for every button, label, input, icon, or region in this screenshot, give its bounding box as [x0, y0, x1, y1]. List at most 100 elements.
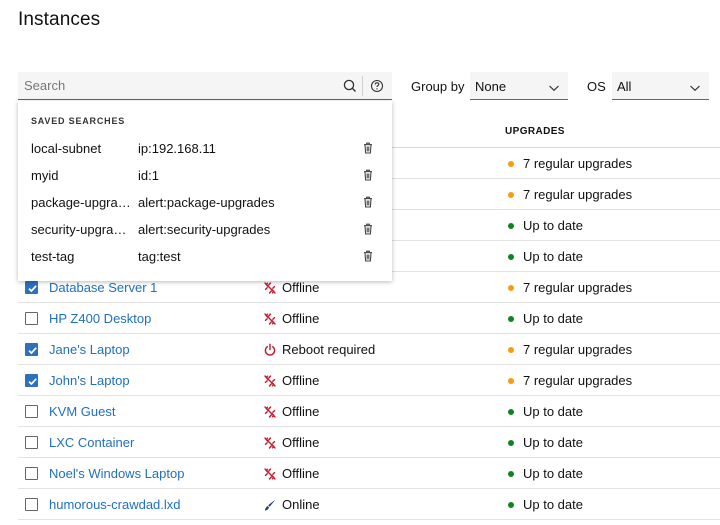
offline-icon	[263, 436, 277, 450]
os-select[interactable]: All	[612, 72, 709, 100]
upgrade-status-dot	[508, 316, 514, 322]
help-icon[interactable]	[367, 76, 387, 96]
offline-icon	[263, 374, 277, 388]
upgrades-text: Up to date	[523, 311, 583, 326]
table-row: HP Z400 Desktop Offline Up to date	[18, 303, 720, 334]
trash-icon[interactable]	[361, 195, 375, 209]
search-input[interactable]	[18, 72, 338, 99]
table-row: KVM Guest Offline Up to date	[18, 396, 720, 427]
table-row: Jane's Laptop Reboot required 7 regular …	[18, 334, 720, 365]
table-row: John's Laptop Offline 7 regular upgrades	[18, 365, 720, 396]
row-checkbox[interactable]	[25, 374, 38, 387]
upgrades-text: 7 regular upgrades	[523, 280, 633, 295]
instance-name-link[interactable]: humorous-crawdad.lxd	[49, 497, 181, 512]
upgrade-status-dot	[508, 254, 514, 260]
upgrade-status-dot	[508, 161, 514, 167]
offline-icon	[263, 281, 277, 295]
trash-icon[interactable]	[361, 222, 375, 236]
saved-search-item[interactable]: package-upgrades alert:package-upgrades	[18, 190, 392, 217]
saved-search-name: local-subnet	[31, 141, 102, 156]
online-icon	[263, 498, 277, 512]
page-title: Instances	[18, 9, 101, 30]
power-icon	[263, 343, 277, 357]
status-text: Offline	[282, 280, 320, 295]
upgrade-status-dot	[508, 502, 514, 508]
upgrades-text: 7 regular upgrades	[523, 342, 633, 357]
upgrade-status-dot	[508, 471, 514, 477]
status-text: Online	[282, 497, 320, 512]
instance-name-link[interactable]: LXC Container	[49, 435, 134, 450]
status-text: Offline	[282, 311, 320, 326]
search-divider	[362, 76, 363, 96]
status-text: Offline	[282, 404, 320, 419]
upgrade-status-dot	[508, 285, 514, 291]
upgrade-status-dot	[508, 440, 514, 446]
saved-search-name: test-tag	[31, 249, 75, 264]
upgrades-text: 7 regular upgrades	[523, 156, 633, 171]
os-label: OS	[587, 79, 606, 94]
group-by-select[interactable]: None	[470, 72, 568, 100]
saved-search-name: package-upgrades	[31, 195, 131, 210]
column-header-upgrades[interactable]: UPGRADES	[505, 126, 565, 137]
instance-name-link[interactable]: Database Server 1	[49, 280, 157, 295]
saved-search-query: ip:192.168.11	[138, 141, 216, 156]
table-row: humorous-crawdad.lxd Online Up to date	[18, 489, 720, 520]
upgrade-status-dot	[508, 347, 514, 353]
instance-name-link[interactable]: KVM Guest	[49, 404, 115, 419]
upgrade-status-dot	[508, 378, 514, 384]
instance-name-link[interactable]: Jane's Laptop	[49, 342, 130, 357]
row-checkbox[interactable]	[25, 405, 38, 418]
os-value: All	[617, 79, 632, 94]
offline-icon	[263, 312, 277, 326]
status-text: Offline	[282, 466, 320, 481]
offline-icon	[263, 467, 277, 481]
offline-icon	[263, 405, 277, 419]
chevron-down-icon	[689, 81, 701, 92]
saved-search-query: alert:package-upgrades	[138, 195, 275, 210]
upgrades-text: Up to date	[523, 404, 583, 419]
row-checkbox[interactable]	[25, 312, 38, 325]
instance-name-link[interactable]: Noel's Windows Laptop	[49, 466, 184, 481]
upgrade-status-dot	[508, 192, 514, 198]
upgrades-text: Up to date	[523, 249, 583, 264]
instance-name-link[interactable]: John's Laptop	[49, 373, 130, 388]
upgrades-text: Up to date	[523, 435, 583, 450]
row-checkbox[interactable]	[25, 436, 38, 449]
upgrade-status-dot	[508, 223, 514, 229]
row-checkbox[interactable]	[25, 467, 38, 480]
upgrades-text: Up to date	[523, 218, 583, 233]
saved-search-item[interactable]: myid id:1	[18, 163, 392, 190]
saved-search-name: myid	[31, 168, 59, 183]
saved-search-name: security-upgrades	[31, 222, 131, 237]
search-box[interactable]	[18, 72, 392, 100]
upgrade-status-dot	[508, 409, 514, 415]
saved-search-item[interactable]: security-upgrades alert:security-upgrade…	[18, 217, 392, 244]
chevron-down-icon	[548, 81, 560, 92]
trash-icon[interactable]	[361, 249, 375, 263]
group-by-value: None	[475, 79, 507, 94]
upgrades-text: Up to date	[523, 466, 583, 481]
upgrades-text: Up to date	[523, 497, 583, 512]
row-checkbox[interactable]	[25, 281, 38, 294]
row-checkbox[interactable]	[25, 498, 38, 511]
table-row: Noel's Windows Laptop Offline Up to date	[18, 458, 720, 489]
saved-searches-title: SAVED SEARCHES	[31, 116, 126, 126]
status-text: Reboot required	[282, 342, 376, 357]
saved-search-query: id:1	[138, 168, 159, 183]
saved-search-item[interactable]: test-tag tag:test	[18, 244, 392, 271]
saved-search-query: tag:test	[138, 249, 181, 264]
table-row: LXC Container Offline Up to date	[18, 427, 720, 458]
group-by-label: Group by	[411, 79, 465, 94]
status-text: Offline	[282, 373, 320, 388]
upgrades-text: 7 regular upgrades	[523, 373, 633, 388]
status-text: Offline	[282, 435, 320, 450]
instance-name-link[interactable]: HP Z400 Desktop	[49, 311, 151, 326]
saved-search-query: alert:security-upgrades	[138, 222, 271, 237]
trash-icon[interactable]	[361, 168, 375, 182]
trash-icon[interactable]	[361, 141, 375, 155]
saved-search-item[interactable]: local-subnet ip:192.168.11	[18, 136, 392, 163]
upgrades-text: 7 regular upgrades	[523, 187, 633, 202]
search-icon[interactable]	[340, 76, 360, 96]
saved-searches-dropdown: SAVED SEARCHES local-subnet ip:192.168.1…	[18, 101, 392, 281]
row-checkbox[interactable]	[25, 343, 38, 356]
